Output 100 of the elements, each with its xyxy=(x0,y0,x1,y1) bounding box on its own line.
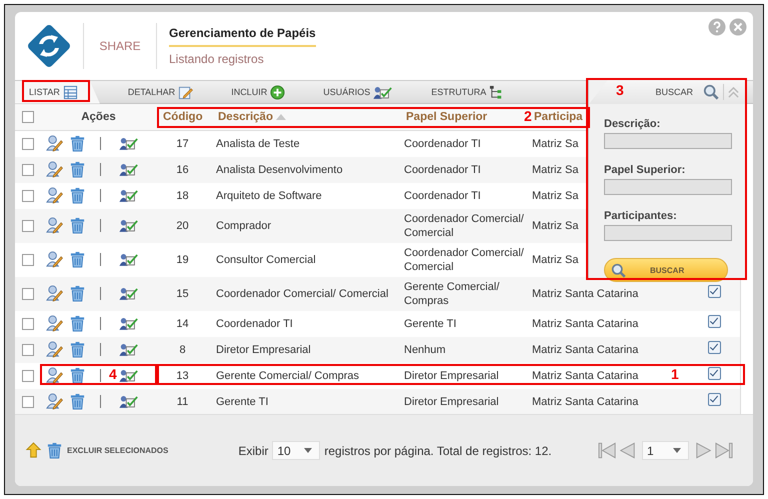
users-check-icon[interactable] xyxy=(119,218,139,233)
users-check-icon[interactable] xyxy=(119,162,139,177)
edit-user-icon[interactable] xyxy=(46,285,63,302)
last-page-icon[interactable] xyxy=(715,442,733,459)
edit-user-icon[interactable] xyxy=(46,217,63,234)
users-check-icon[interactable] xyxy=(119,316,139,331)
code-cell: 15 xyxy=(176,288,189,300)
trash-icon[interactable] xyxy=(69,217,86,234)
trash-icon[interactable] xyxy=(69,187,86,204)
trash-icon[interactable] xyxy=(46,442,63,459)
edit-user-icon[interactable] xyxy=(46,135,63,152)
participants-cell: Matriz Santa Catarina xyxy=(532,288,638,300)
parent-role-cell: Gerente TI xyxy=(404,318,456,330)
users-check-icon xyxy=(373,84,394,100)
users-check-icon[interactable] xyxy=(119,368,139,383)
row-checkbox[interactable] xyxy=(22,190,34,202)
edit-user-icon[interactable] xyxy=(46,315,63,332)
users-check-icon[interactable] xyxy=(119,188,139,203)
tab[interactable]: DETALHAR xyxy=(120,80,202,104)
row-checkbox[interactable] xyxy=(22,396,34,408)
participants-cell: Matriz Sa xyxy=(532,254,578,266)
caret-icon xyxy=(304,448,312,453)
parent-role-cell: Diretor Empresarial xyxy=(404,396,499,408)
code-cell: 18 xyxy=(176,190,189,202)
edit-user-icon[interactable] xyxy=(46,251,63,268)
edit-user-icon[interactable] xyxy=(46,393,63,410)
page-select[interactable]: 1 xyxy=(642,441,689,460)
row-checkbox[interactable] xyxy=(22,344,34,356)
participants-cell: Matriz Santa Catarina xyxy=(532,396,638,408)
field-label: Papel Superior: xyxy=(604,164,686,176)
users-check-icon[interactable] xyxy=(119,136,139,152)
edit-user-icon[interactable] xyxy=(46,187,63,204)
trash-icon[interactable] xyxy=(69,161,86,178)
page-size-select[interactable]: 10 xyxy=(272,441,320,460)
up-arrow-icon[interactable] xyxy=(25,442,42,459)
parent-role-cell: Diretor Empresarial xyxy=(404,370,499,382)
edit-user-icon[interactable] xyxy=(46,161,63,178)
active-checkbox[interactable] xyxy=(708,341,720,354)
description-cell: Consultor Comercial xyxy=(216,254,316,266)
row-checkbox[interactable] xyxy=(22,254,34,266)
parent-role-cell: Nenhum xyxy=(404,344,446,356)
active-checkbox[interactable] xyxy=(708,315,720,328)
row-checkbox[interactable] xyxy=(22,318,34,330)
parent-role-cell: Coordenador Comercial/ Comercial xyxy=(404,212,524,238)
users-check-icon[interactable] xyxy=(119,342,139,357)
input-field[interactable] xyxy=(604,133,732,149)
participants-cell: Matriz Santa Catarina xyxy=(532,318,638,330)
trash-icon[interactable] xyxy=(69,285,86,302)
code-cell: 19 xyxy=(176,254,189,266)
page-title: Gerenciamento de Papéis xyxy=(169,26,316,47)
trash-icon[interactable] xyxy=(69,393,86,410)
next-page-icon[interactable] xyxy=(695,442,713,459)
code-cell: 14 xyxy=(176,318,189,330)
trash-icon[interactable] xyxy=(69,367,86,384)
users-check-icon[interactable] xyxy=(119,394,139,409)
code-cell: 16 xyxy=(176,164,189,176)
row-checkbox[interactable] xyxy=(22,288,34,300)
edit-user-icon[interactable] xyxy=(46,367,63,384)
trash-icon[interactable] xyxy=(69,341,86,358)
select-all-checkbox[interactable] xyxy=(22,110,34,123)
edit-user-icon[interactable] xyxy=(46,341,63,358)
active-checkbox[interactable] xyxy=(708,367,720,380)
description-cell: Gerente Comercial/ Compras xyxy=(216,370,360,382)
row-checkbox[interactable] xyxy=(22,138,34,150)
row-checkbox[interactable] xyxy=(22,164,34,176)
trash-icon[interactable] xyxy=(69,251,86,268)
active-checkbox[interactable] xyxy=(708,285,720,298)
tab[interactable]: ESTRUTURA xyxy=(423,80,512,104)
trash-icon[interactable] xyxy=(69,315,86,332)
row-checkbox[interactable] xyxy=(22,220,34,232)
field-label: Participantes: xyxy=(604,210,678,222)
parent-role-cell: Coordenador Comercial/ Comercial xyxy=(404,246,524,272)
annotation-number: 2 xyxy=(524,108,532,124)
brand-name: SHARE xyxy=(98,39,142,53)
show-label: Exibir xyxy=(238,444,268,458)
users-check-icon[interactable] xyxy=(119,252,139,267)
tab[interactable]: INCLUIR xyxy=(223,80,294,104)
description-cell: Analista Desenvolvimento xyxy=(216,164,343,176)
description-cell: Arquiteto de Software xyxy=(216,190,322,202)
tab[interactable]: USUÁRIOS xyxy=(315,80,402,104)
search-tab-label[interactable]: BUSCAR xyxy=(655,87,693,97)
first-page-icon[interactable] xyxy=(598,442,616,459)
code-cell: 8 xyxy=(179,344,186,356)
annotation-number: 3 xyxy=(616,82,624,98)
search-button[interactable]: BUSCAR xyxy=(604,258,728,282)
previous-page-icon[interactable] xyxy=(618,442,636,459)
search-icon[interactable] xyxy=(703,84,719,100)
users-check-icon[interactable] xyxy=(119,286,139,301)
code-cell: 17 xyxy=(176,138,189,150)
column-header[interactable]: Participa xyxy=(534,111,583,123)
delete-selected-button[interactable]: EXCLUIR SELECIONADOS xyxy=(67,446,168,455)
column-header[interactable]: Descrição xyxy=(218,111,273,123)
trash-icon[interactable] xyxy=(69,135,86,152)
participants-cell: Matriz Sa xyxy=(532,220,578,232)
input-field[interactable] xyxy=(604,225,732,241)
description-cell: Comprador xyxy=(216,220,272,232)
row-checkbox[interactable] xyxy=(22,370,34,382)
active-checkbox[interactable] xyxy=(708,393,720,406)
description-cell: Diretor Empresarial xyxy=(216,344,311,356)
input-field[interactable] xyxy=(604,179,732,195)
